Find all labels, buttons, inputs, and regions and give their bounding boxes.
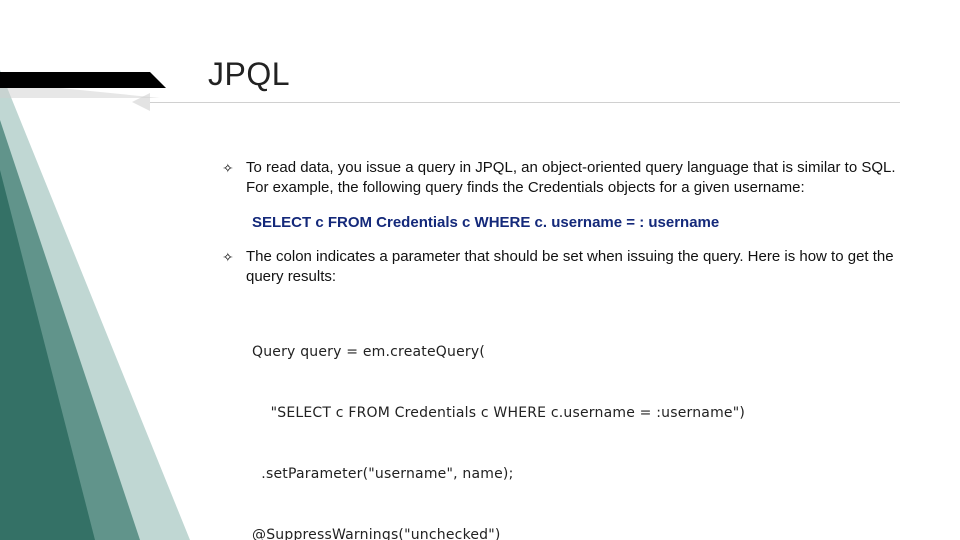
code-line: Query query = em.createQuery( — [252, 342, 902, 362]
slide-title: JPQL — [208, 56, 290, 93]
bullet-diamond-icon: ✧ — [222, 249, 234, 266]
bullet-text: The colon indicates a parameter that sho… — [246, 248, 894, 285]
title-underline — [150, 102, 900, 103]
slide-accent-bar — [0, 72, 150, 88]
bullet-text: To read data, you issue a query in JPQL,… — [246, 159, 896, 196]
code-line: @SuppressWarnings("unchecked") — [252, 525, 902, 540]
code-line: "SELECT c FROM Credentials c WHERE c.use… — [252, 403, 902, 423]
bullet-diamond-icon: ✧ — [222, 160, 234, 177]
jpql-query-line: SELECT c FROM Credentials c WHERE c. use… — [222, 213, 902, 233]
code-line: .setParameter("username", name); — [252, 464, 902, 484]
slide-body: ✧ To read data, you issue a query in JPQ… — [222, 158, 902, 540]
bullet-item: ✧ To read data, you issue a query in JPQ… — [222, 158, 902, 199]
code-snippet: Query query = em.createQuery( "SELECT c … — [252, 301, 902, 540]
bullet-item: ✧ The colon indicates a parameter that s… — [222, 247, 902, 288]
